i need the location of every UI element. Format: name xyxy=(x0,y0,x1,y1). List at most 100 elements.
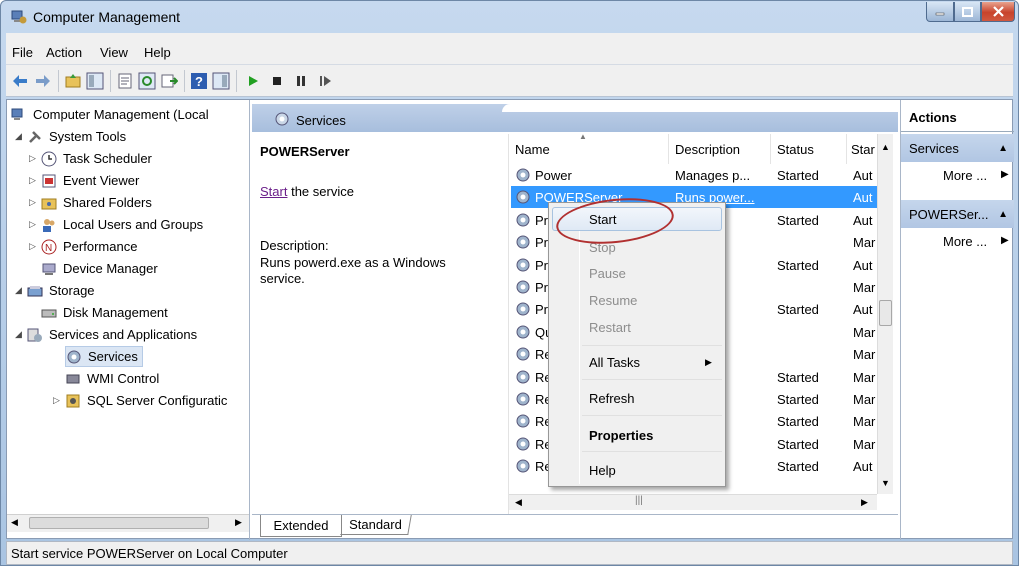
menu-view[interactable]: View xyxy=(100,45,128,60)
table-row[interactable]: Power Manages p... Started Aut xyxy=(511,164,879,186)
cell-status: Started xyxy=(777,459,819,475)
menu-item-resume[interactable]: Resume xyxy=(589,293,637,308)
actions-group-powerserver[interactable]: POWERSer... ▲ xyxy=(901,200,1014,228)
show-hide-tree-icon[interactable] xyxy=(86,72,104,90)
device-manager-icon xyxy=(42,263,56,275)
restart-service-icon[interactable] xyxy=(316,72,334,90)
scroll-left-icon[interactable]: ◀ xyxy=(515,497,522,508)
pause-service-icon[interactable] xyxy=(292,72,310,90)
menu-action[interactable]: Action xyxy=(46,45,82,60)
tree-item-performance[interactable]: ▷ N Performance xyxy=(29,236,137,257)
event-viewer-icon xyxy=(42,174,56,187)
service-gear-icon xyxy=(516,347,530,361)
tree-item-services[interactable]: Services xyxy=(65,346,143,367)
column-header-status[interactable]: Status xyxy=(771,134,847,164)
maximize-button[interactable] xyxy=(954,2,981,22)
scrollbar-thumb[interactable] xyxy=(29,517,209,529)
action-more-services[interactable]: More ... ▶ xyxy=(901,164,1014,186)
tree-item-device-manager[interactable]: Device Manager xyxy=(41,258,158,279)
services-applications-icon xyxy=(27,328,42,342)
menu-file[interactable]: File xyxy=(12,45,33,60)
scroll-right-icon[interactable]: ▶ xyxy=(235,517,242,528)
tree-label: System Tools xyxy=(49,129,127,144)
stop-service-icon[interactable] xyxy=(268,72,286,90)
menu-item-refresh[interactable]: Refresh xyxy=(589,391,635,406)
title-bar[interactable]: Computer Management xyxy=(1,1,1018,33)
scroll-up-icon[interactable]: ▲ xyxy=(881,142,890,152)
column-header-name[interactable]: Name ▲ xyxy=(509,132,669,164)
tree-item-services-applications[interactable]: ◢ Services and Applications xyxy=(15,324,197,345)
service-description-panel: POWERServer Start the service Descriptio… xyxy=(252,134,507,514)
tree-label: Disk Management xyxy=(63,305,168,320)
tab-standard[interactable]: Standard xyxy=(340,515,412,535)
service-gear-icon xyxy=(516,190,530,204)
cell-startup: Mar xyxy=(853,347,876,363)
menu-item-pause[interactable]: Pause xyxy=(589,266,626,281)
cell-status: Started xyxy=(777,302,819,318)
close-button[interactable] xyxy=(981,2,1015,22)
service-gear-icon xyxy=(516,392,530,406)
submenu-arrow-icon: ▶ xyxy=(1001,235,1009,246)
scroll-left-icon[interactable]: ◀ xyxy=(11,517,18,528)
scrollbar-grip-icon: ||| xyxy=(635,495,643,506)
help-icon[interactable]: ? xyxy=(190,72,208,90)
refresh-icon[interactable] xyxy=(138,72,156,90)
start-link[interactable]: Start xyxy=(260,184,287,199)
window: Computer Management File Action View Hel… xyxy=(0,0,1019,566)
column-header-description[interactable]: Description xyxy=(669,134,771,164)
cell-status: Started xyxy=(777,392,819,407)
actions-group-services[interactable]: Services ▲ xyxy=(901,134,1014,162)
tree-item-storage[interactable]: ◢ Storage xyxy=(15,280,95,301)
service-gear-icon xyxy=(516,258,530,272)
start-service-icon[interactable] xyxy=(244,72,262,90)
expanded-arrow-icon[interactable]: ◢ xyxy=(15,329,27,340)
tree-item-wmi-control[interactable]: WMI Control xyxy=(65,368,159,389)
action-more-powerserver[interactable]: More ... ▶ xyxy=(901,230,1014,252)
tree-item-task-scheduler[interactable]: ▷ Task Scheduler xyxy=(29,148,152,169)
show-action-pane-icon[interactable] xyxy=(212,72,230,90)
collapsed-arrow-icon[interactable]: ▷ xyxy=(29,241,41,252)
close-icon xyxy=(992,6,1004,17)
start-link-suffix: the service xyxy=(287,184,354,199)
list-horizontal-scrollbar[interactable]: ◀ ||| ▶ xyxy=(509,494,877,510)
tree-label: Local Users and Groups xyxy=(63,217,204,232)
collapsed-arrow-icon[interactable]: ▷ xyxy=(53,395,65,406)
collapsed-arrow-icon[interactable]: ▷ xyxy=(29,153,41,164)
menu-item-properties[interactable]: Properties xyxy=(589,428,653,443)
tree-item-system-tools[interactable]: ◢ System Tools xyxy=(15,126,126,147)
collapsed-arrow-icon[interactable]: ▷ xyxy=(29,175,41,186)
back-arrow-icon[interactable] xyxy=(11,72,29,90)
expanded-arrow-icon[interactable]: ◢ xyxy=(15,131,27,142)
list-vertical-scrollbar[interactable]: ▲ ▼ xyxy=(877,134,893,494)
up-folder-icon[interactable] xyxy=(64,72,82,90)
collapse-arrow-icon[interactable]: ▲ xyxy=(998,209,1008,220)
scrollbar-thumb[interactable] xyxy=(879,300,892,326)
status-text: Start service POWERServer on Local Compu… xyxy=(11,546,288,561)
tree-item-local-users[interactable]: ▷ Local Users and Groups xyxy=(29,214,203,235)
tree-item-disk-management[interactable]: Disk Management xyxy=(41,302,168,323)
minimize-button[interactable] xyxy=(926,2,954,22)
collapsed-arrow-icon[interactable]: ▷ xyxy=(29,197,41,208)
menu-item-restart[interactable]: Restart xyxy=(589,320,631,335)
tree-item-shared-folders[interactable]: ▷ Shared Folders xyxy=(29,192,152,213)
tree-label: Services xyxy=(88,349,138,364)
menu-help[interactable]: Help xyxy=(144,45,171,60)
tree-item-root[interactable]: Computer Management (Local xyxy=(11,104,209,125)
properties-icon[interactable] xyxy=(116,72,134,90)
scroll-down-icon[interactable]: ▼ xyxy=(881,478,890,488)
export-list-icon[interactable] xyxy=(160,72,178,90)
menu-separator xyxy=(582,451,722,452)
collapsed-arrow-icon[interactable]: ▷ xyxy=(29,219,41,230)
expanded-arrow-icon[interactable]: ◢ xyxy=(15,285,27,296)
tree-label: Shared Folders xyxy=(63,195,152,210)
tree-horizontal-scrollbar[interactable]: ◀ ▶ xyxy=(7,514,249,532)
tree-item-sql-server[interactable]: ▷ SQL Server Configuratic xyxy=(53,390,227,411)
tree-item-event-viewer[interactable]: ▷ Event Viewer xyxy=(29,170,139,191)
scroll-right-icon[interactable]: ▶ xyxy=(861,497,868,508)
column-header-startup[interactable]: Star xyxy=(847,134,877,164)
menu-item-all-tasks[interactable]: All Tasks xyxy=(589,355,640,370)
forward-arrow-icon[interactable] xyxy=(34,72,52,90)
collapse-arrow-icon[interactable]: ▲ xyxy=(998,143,1008,154)
menu-item-help[interactable]: Help xyxy=(589,463,616,478)
tab-extended[interactable]: Extended xyxy=(260,515,342,537)
